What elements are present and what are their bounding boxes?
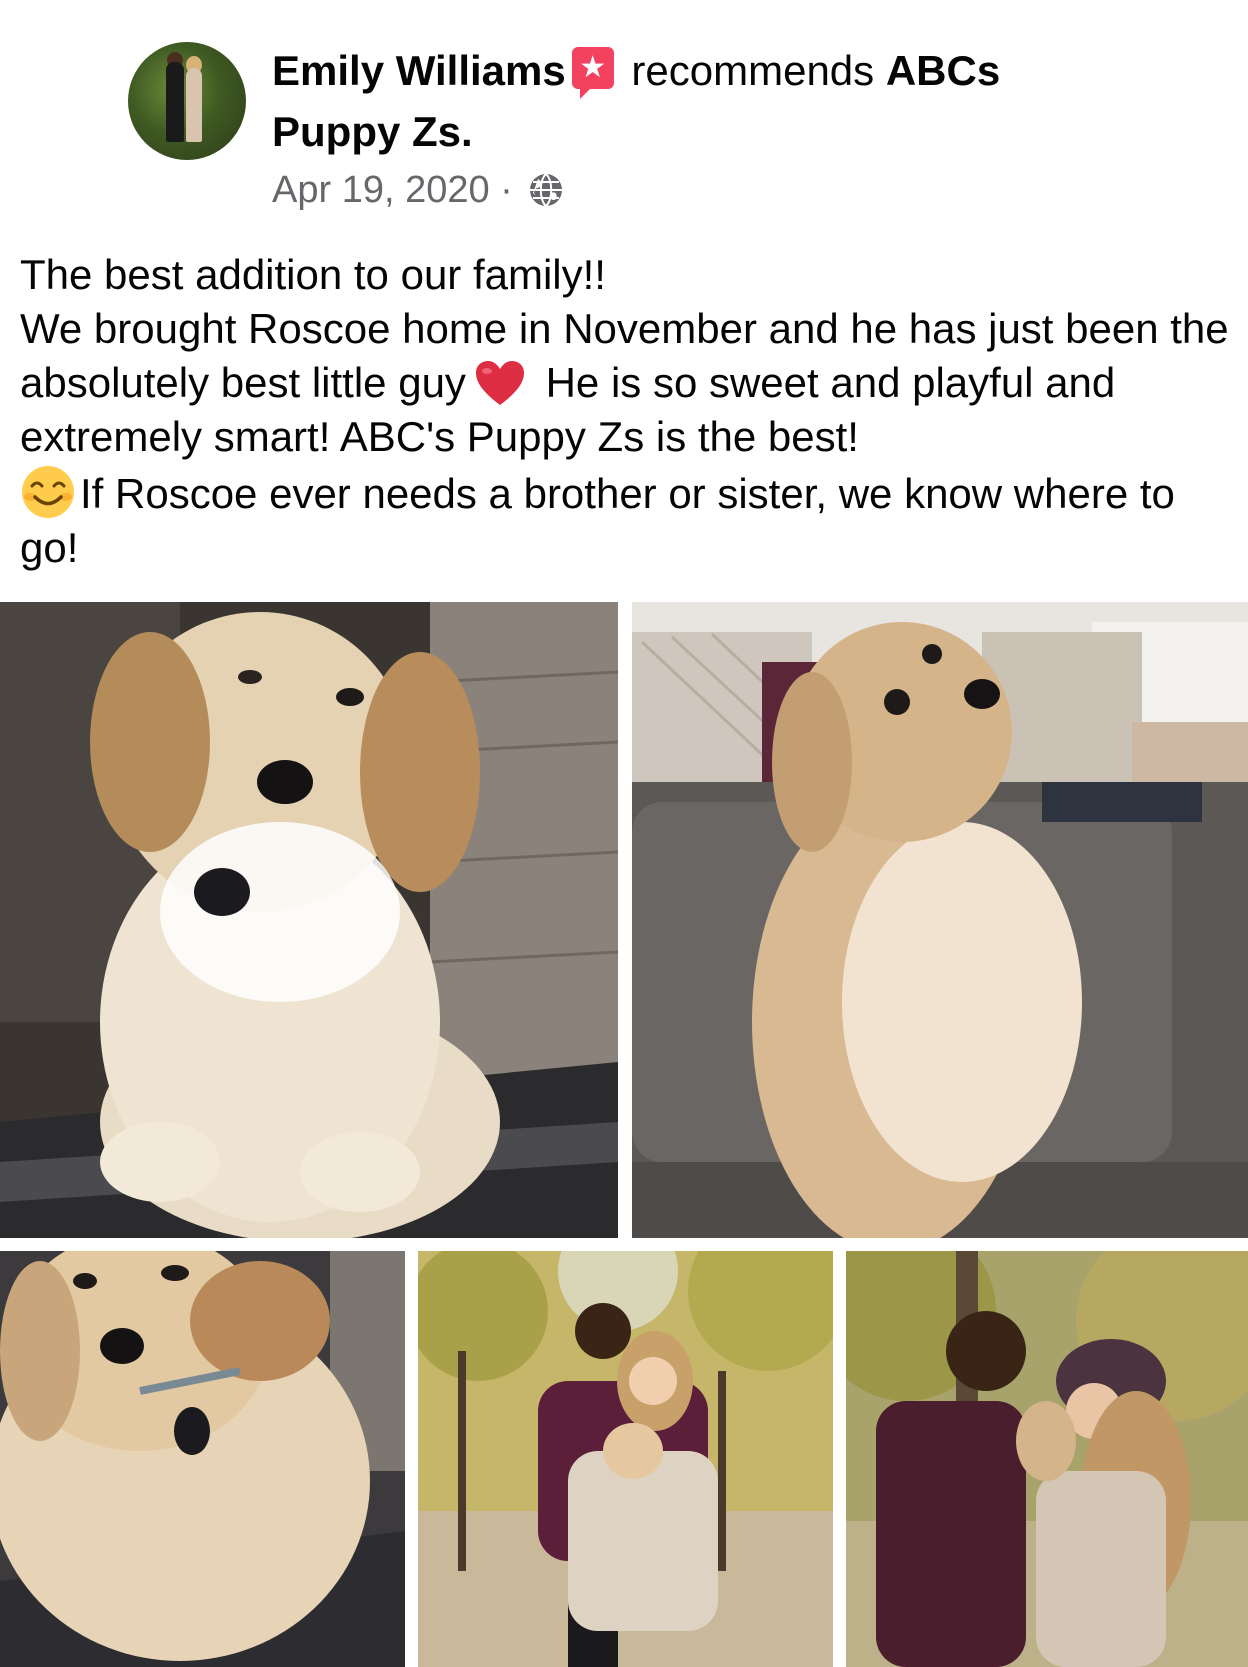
body-text-c: If Roscoe ever needs a brother or sister…	[20, 470, 1175, 571]
photo-couple-holding-puppy[interactable]	[418, 1251, 833, 1667]
post-date[interactable]: Apr 19, 2020	[272, 169, 490, 211]
globe-icon[interactable]	[529, 173, 563, 207]
page-name-part2[interactable]: Puppy Zs.	[272, 108, 473, 155]
photo-puppy-standing[interactable]	[632, 602, 1248, 1238]
heart-emoji-icon	[475, 361, 524, 405]
author-name[interactable]: Emily Williams	[272, 47, 566, 94]
smiling-emoji-icon	[22, 466, 74, 518]
page-name-part1[interactable]: ABCs	[886, 47, 1000, 94]
post-meta: Apr 19, 2020 ·	[272, 166, 563, 214]
recommend-star-icon: ★	[571, 47, 614, 99]
recommends-text: recommends	[631, 47, 875, 94]
photo-puppy-lying[interactable]	[0, 1251, 405, 1667]
meta-separator: ·	[500, 169, 513, 211]
body-line-1: The best addition to our family!!	[20, 251, 606, 298]
post-title: Emily Williams ★ recommends ABCs Puppy Zs…	[272, 40, 1172, 162]
photo-puppy-sitting[interactable]	[0, 602, 618, 1238]
avatar[interactable]	[128, 42, 246, 160]
body-paragraph: We brought Roscoe home in November and h…	[20, 302, 1235, 575]
photo-couple-kissing-puppy[interactable]	[846, 1251, 1248, 1667]
post-header: Emily Williams ★ recommends ABCs Puppy Zs…	[0, 0, 1248, 230]
post-body: The best addition to our family!! We bro…	[20, 248, 1235, 575]
